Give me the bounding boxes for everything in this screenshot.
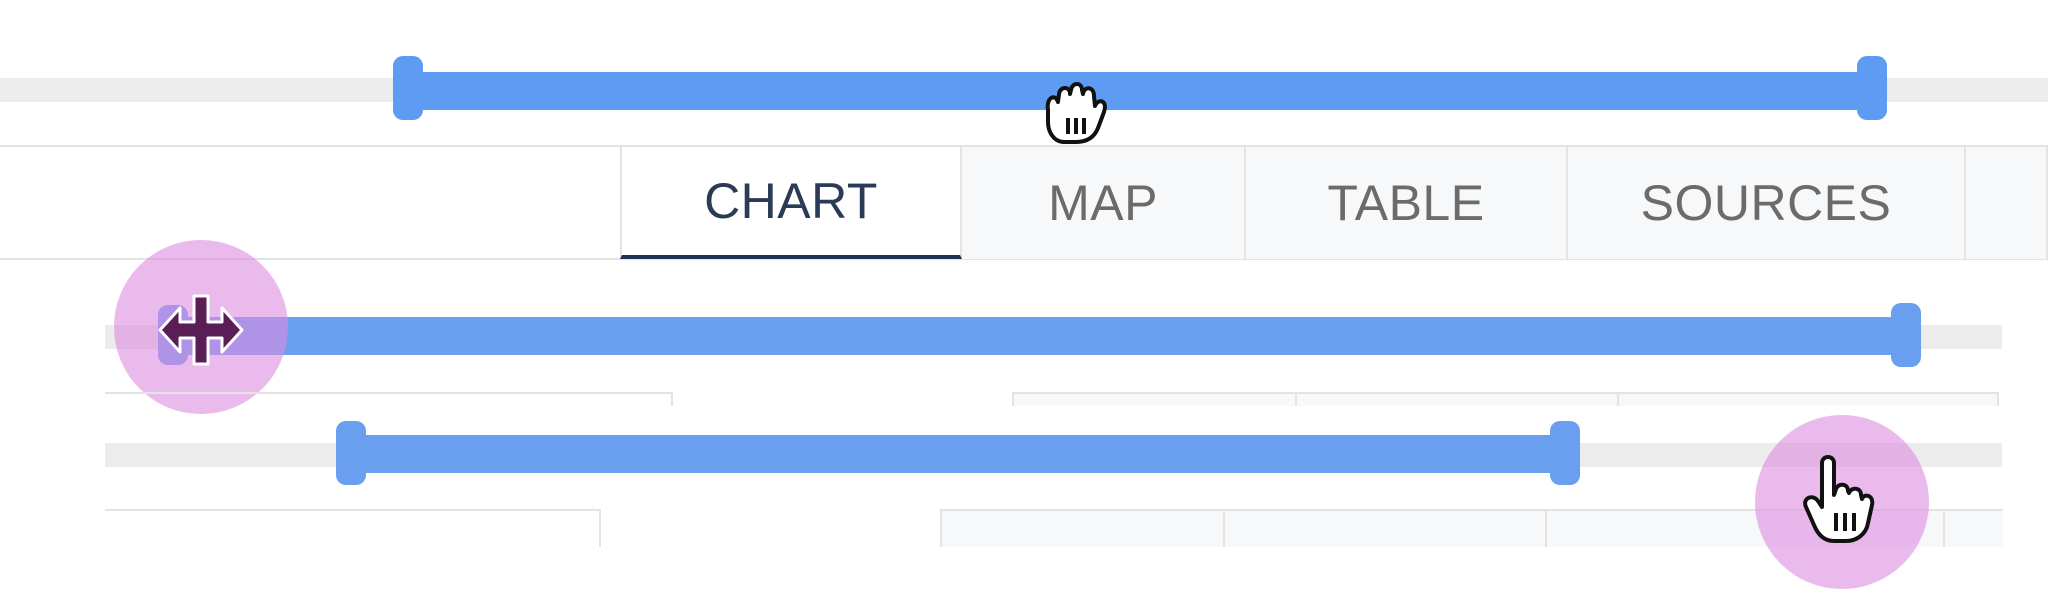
timeline-end-handle-middle[interactable] <box>1891 303 1921 367</box>
ghost-tab-bar-1 <box>1012 392 1999 406</box>
tab-table-label: TABLE <box>1327 175 1485 231</box>
pointer-hand-icon <box>1803 455 1875 543</box>
resize-horizontal-icon <box>158 294 244 366</box>
ghost-panel-edge-2 <box>599 509 601 547</box>
timeline-start-handle-bottom[interactable] <box>336 421 366 485</box>
tab-overflow[interactable] <box>1966 145 2048 259</box>
timeline-range-bottom[interactable] <box>350 435 1565 473</box>
tab-map[interactable]: MAP <box>962 145 1246 259</box>
tab-sources-label: SOURCES <box>1640 175 1892 231</box>
tab-sources[interactable]: SOURCES <box>1568 145 1966 259</box>
timeline-end-handle-top[interactable] <box>1857 56 1887 120</box>
tab-table[interactable]: TABLE <box>1246 145 1568 259</box>
timeline-start-handle-top[interactable] <box>393 56 423 120</box>
timeline-range-middle[interactable] <box>160 317 1910 355</box>
grab-hand-icon <box>1045 82 1107 144</box>
timeline-range-top[interactable] <box>405 72 1875 110</box>
tab-chart[interactable]: CHART <box>620 145 962 259</box>
ghost-panel-border-1 <box>105 392 673 394</box>
ghost-panel-edge-1 <box>671 392 673 406</box>
ghost-panel-border-2 <box>105 509 601 511</box>
tab-chart-label: CHART <box>704 173 878 229</box>
tab-bar: CHART MAP TABLE SOURCES <box>620 145 2048 259</box>
panel-top-border <box>0 145 622 147</box>
timeline-end-handle-bottom[interactable] <box>1550 421 1580 485</box>
tab-map-label: MAP <box>1048 175 1158 231</box>
